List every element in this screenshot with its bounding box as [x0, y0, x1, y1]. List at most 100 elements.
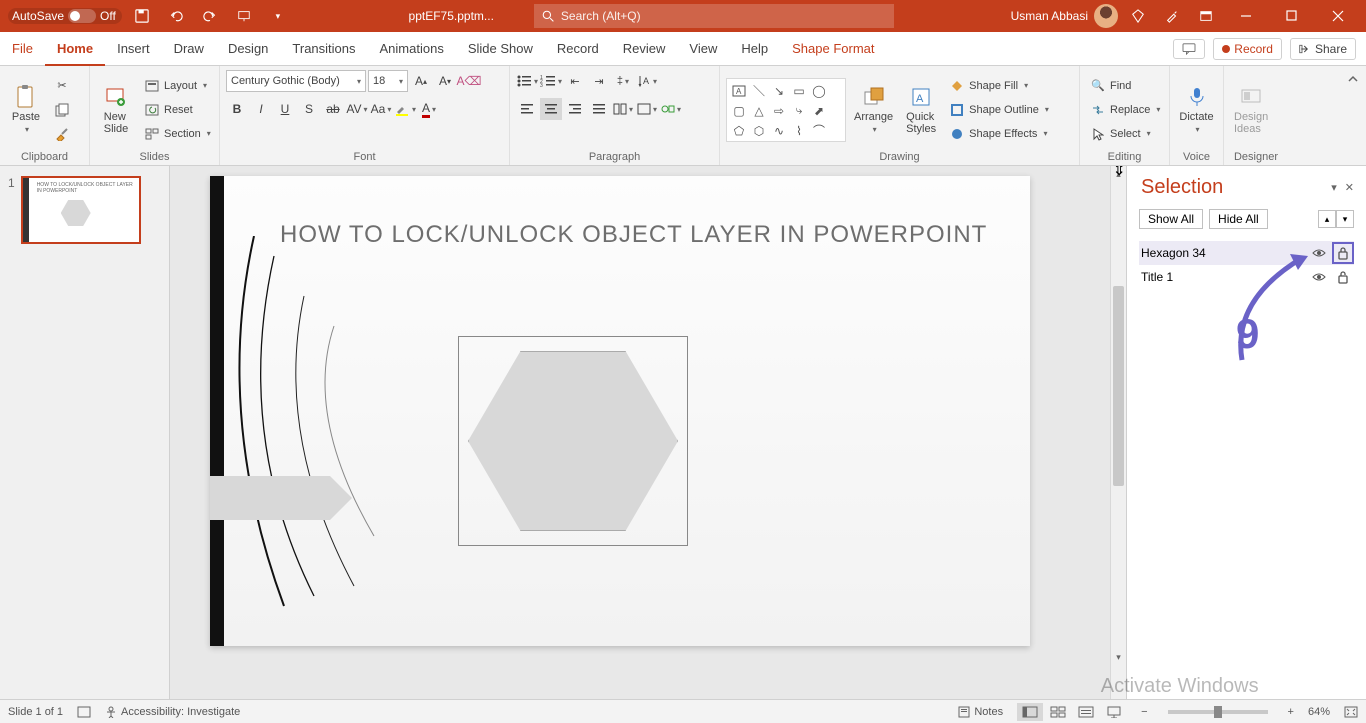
decrease-font-icon[interactable]: A▾: [434, 70, 456, 92]
replace-button[interactable]: Replace▾: [1086, 99, 1164, 121]
notes-button[interactable]: Notes: [958, 706, 1003, 718]
shapes-gallery[interactable]: A ＼ ↘ ▭ ◯ ▢ △ ⇨ ⤷ ⬈ ⬠ ⬡ ∿ ⌇ ⌒ { ☆ ⋯: [726, 78, 846, 142]
new-slide-button[interactable]: New Slide: [96, 83, 136, 137]
zoom-level[interactable]: 64%: [1308, 706, 1330, 718]
hexagon-shape[interactable]: [468, 351, 678, 531]
layout-button[interactable]: Layout▾: [140, 75, 215, 97]
shape-textbox-icon[interactable]: A: [730, 82, 748, 100]
qat-more-icon[interactable]: ▾: [264, 2, 292, 30]
shape-arrow-line-icon[interactable]: ↘: [770, 82, 788, 100]
shape-fill-button[interactable]: Shape Fill▾: [945, 75, 1053, 97]
bring-forward-icon[interactable]: ▴: [1318, 210, 1336, 228]
tab-file[interactable]: File: [0, 32, 45, 65]
tab-record[interactable]: Record: [545, 32, 611, 65]
selection-item-title[interactable]: Title 1: [1139, 265, 1354, 289]
bullets-button[interactable]: ▾: [516, 70, 538, 92]
tab-help[interactable]: Help: [729, 32, 780, 65]
slide-thumbnail-1[interactable]: HOW TO LOCK/UNLOCK OBJECT LAYER IN POWER…: [21, 176, 141, 244]
shape-triangle-icon[interactable]: △: [750, 102, 768, 120]
search-box[interactable]: Search (Alt+Q): [534, 4, 894, 28]
language-icon[interactable]: [77, 706, 91, 718]
slideshow-view-icon[interactable]: [1101, 703, 1127, 721]
align-left-icon[interactable]: [516, 98, 538, 120]
tab-view[interactable]: View: [677, 32, 729, 65]
fit-to-window-icon[interactable]: [1344, 706, 1358, 718]
coming-soon-icon[interactable]: [1158, 2, 1186, 30]
shape-rectangle-icon[interactable]: ▭: [790, 82, 808, 100]
columns-icon[interactable]: ▾: [612, 98, 634, 120]
send-backward-icon[interactable]: ▾: [1336, 210, 1354, 228]
format-painter-button[interactable]: [50, 123, 74, 145]
shape-freeform-icon[interactable]: ⌇: [790, 122, 808, 140]
justify-icon[interactable]: [588, 98, 610, 120]
zoom-in-icon[interactable]: +: [1288, 706, 1294, 718]
collapse-ribbon-icon[interactable]: [1340, 66, 1366, 165]
highlight-color-button[interactable]: ▾: [394, 98, 416, 120]
strikethrough-button[interactable]: ab: [322, 98, 344, 120]
autosave-toggle[interactable]: AutoSave Off: [8, 8, 122, 24]
accessibility-status[interactable]: Accessibility: Investigate: [105, 706, 240, 718]
smartart-convert-icon[interactable]: ▾: [660, 98, 682, 120]
shape-effects-button[interactable]: Shape Effects▾: [945, 123, 1053, 145]
lock-toggle-icon[interactable]: [1334, 244, 1352, 262]
underline-button[interactable]: U: [274, 98, 296, 120]
shape-hexagon-icon[interactable]: ⬡: [750, 122, 768, 140]
shape-right-arrow-icon[interactable]: ⇨: [770, 102, 788, 120]
reset-button[interactable]: Reset: [140, 99, 215, 121]
copy-button[interactable]: [50, 99, 74, 121]
font-size-combobox[interactable]: 18▾: [368, 70, 408, 92]
tab-review[interactable]: Review: [611, 32, 678, 65]
hide-all-button[interactable]: Hide All: [1209, 209, 1268, 229]
tab-draw[interactable]: Draw: [162, 32, 216, 65]
scroll-down-icon[interactable]: ▾: [1111, 649, 1126, 665]
paste-button[interactable]: Paste ▾: [6, 83, 46, 136]
change-case-button[interactable]: Aa▾: [370, 98, 392, 120]
font-color-button[interactable]: A▾: [418, 98, 440, 120]
diamond-icon[interactable]: [1124, 2, 1152, 30]
share-button[interactable]: Share: [1290, 38, 1356, 60]
minimize-button[interactable]: [1226, 2, 1266, 30]
record-button[interactable]: Record: [1213, 38, 1282, 60]
shape-curve-icon[interactable]: ∿: [770, 122, 788, 140]
selection-item-hexagon[interactable]: Hexagon 34: [1139, 241, 1354, 265]
slide-position[interactable]: Slide 1 of 1: [8, 706, 63, 718]
tab-home[interactable]: Home: [45, 33, 105, 66]
close-button[interactable]: [1318, 2, 1358, 30]
present-from-beginning-icon[interactable]: [230, 2, 258, 30]
show-all-button[interactable]: Show All: [1139, 209, 1203, 229]
increase-font-icon[interactable]: A▴: [410, 70, 432, 92]
slide-1[interactable]: HOW TO LOCK/UNLOCK OBJECT LAYER IN POWER…: [210, 176, 1030, 646]
save-icon[interactable]: [128, 2, 156, 30]
visibility-toggle-icon[interactable]: [1312, 272, 1328, 282]
clear-formatting-icon[interactable]: A⌫: [458, 70, 480, 92]
shape-connector-icon[interactable]: ⤷: [790, 102, 808, 120]
normal-view-icon[interactable]: [1017, 703, 1043, 721]
shadow-button[interactable]: S: [298, 98, 320, 120]
align-center-icon[interactable]: [540, 98, 562, 120]
shape-line-icon[interactable]: ＼: [750, 82, 768, 100]
shape-oval-icon[interactable]: ◯: [810, 82, 828, 100]
tab-slideshow[interactable]: Slide Show: [456, 32, 545, 65]
visibility-toggle-icon[interactable]: [1312, 248, 1328, 258]
tab-animations[interactable]: Animations: [368, 32, 456, 65]
slide-title-text[interactable]: HOW TO LOCK/UNLOCK OBJECT LAYER IN POWER…: [280, 221, 987, 249]
zoom-slider-thumb[interactable]: [1214, 706, 1222, 718]
quick-styles-button[interactable]: A Quick Styles: [901, 83, 941, 137]
shape-rounded-rect-icon[interactable]: ▢: [730, 102, 748, 120]
select-button[interactable]: Select▾: [1086, 123, 1164, 145]
maximize-button[interactable]: [1272, 2, 1312, 30]
bold-button[interactable]: B: [226, 98, 248, 120]
shape-outline-button[interactable]: Shape Outline▾: [945, 99, 1053, 121]
vertical-scrollbar[interactable]: ▴ ▾ ⇕: [1110, 166, 1126, 699]
tab-insert[interactable]: Insert: [105, 32, 162, 65]
redo-icon[interactable]: [196, 2, 224, 30]
lock-toggle-icon[interactable]: [1334, 268, 1352, 286]
reading-view-icon[interactable]: [1073, 703, 1099, 721]
splitter-handle-icon[interactable]: ⇕: [1113, 166, 1125, 182]
find-button[interactable]: 🔍Find: [1086, 75, 1164, 97]
char-spacing-button[interactable]: AV▾: [346, 98, 368, 120]
text-direction-icon[interactable]: A▾: [636, 70, 658, 92]
numbering-button[interactable]: 123▾: [540, 70, 562, 92]
tab-design[interactable]: Design: [216, 32, 280, 65]
line-spacing-icon[interactable]: ‡▾: [612, 70, 634, 92]
